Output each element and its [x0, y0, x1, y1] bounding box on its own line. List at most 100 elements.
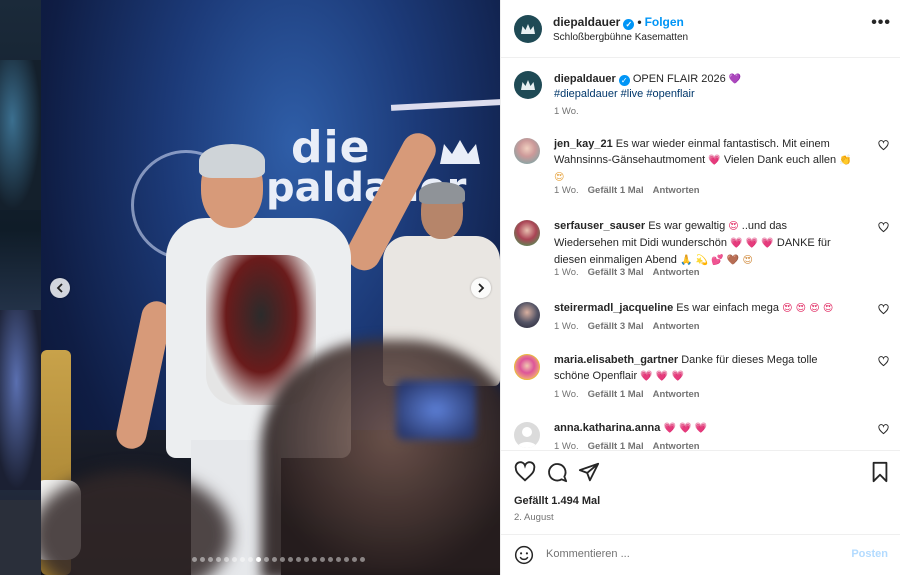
caption-hashtags[interactable]: #diepaldauer #live #openflair: [554, 88, 695, 100]
carousel-prev-button[interactable]: [50, 278, 70, 298]
microphone: [390, 99, 500, 111]
comment-likes[interactable]: Gefällt 1 Mal: [588, 389, 644, 400]
reply-button[interactable]: Antworten: [653, 267, 700, 278]
crown-icon: [521, 80, 535, 90]
carousel-dot: [216, 557, 221, 562]
comment-time[interactable]: 1 Wo.: [554, 389, 579, 400]
post-date: 2. August: [514, 512, 554, 523]
comment-icon[interactable]: [546, 461, 568, 483]
send-icon[interactable]: [578, 461, 600, 483]
comment-likes[interactable]: Gefällt 3 Mal: [588, 267, 644, 278]
carousel-dot: [352, 557, 357, 562]
comment-meta: 1 Wo. Gefällt 3 Mal Antworten: [554, 321, 709, 332]
comment-text-block: steirermadl_jacqueline Es war einfach me…: [554, 300, 854, 317]
crowd-hands: [261, 340, 500, 575]
follow-button[interactable]: Folgen: [645, 15, 684, 29]
caption-avatar[interactable]: [514, 71, 542, 99]
carousel-dot: [288, 557, 293, 562]
comment-time[interactable]: 1 Wo.: [554, 441, 579, 450]
post-comment-button[interactable]: Posten: [851, 548, 888, 560]
caption-text-block: diepaldauer ✓ OPEN FLAIR 2026 💜 #diepalda…: [554, 72, 874, 102]
comment-like-heart-icon[interactable]: [878, 424, 889, 435]
comment-emoji-end: 🙏 💫 💕 🤎 😍: [680, 255, 753, 266]
carousel-dot: [296, 557, 301, 562]
verified-badge-icon: ✓: [623, 19, 635, 30]
comment-emoji-end: 💗 💗 💗: [640, 371, 684, 382]
account-avatar[interactable]: [514, 15, 542, 43]
post-actions: Gefällt 1.494 Mal 2. August: [501, 450, 900, 534]
carousel-dot: [248, 557, 253, 562]
comment-meta: 1 Wo. Gefällt 1 Mal Antworten: [554, 441, 709, 450]
comment-username[interactable]: maria.elisabeth_gartner: [554, 354, 678, 366]
carousel-dot: [208, 557, 213, 562]
carousel-dot: [224, 557, 229, 562]
post-image[interactable]: die paldauer: [41, 0, 500, 575]
commenter-avatar[interactable]: [514, 220, 540, 246]
comment-like-heart-icon[interactable]: [878, 356, 889, 367]
carousel-dot: [280, 557, 285, 562]
heart-icon[interactable]: [514, 461, 536, 483]
comment-username[interactable]: anna.katharina.anna: [554, 422, 660, 434]
comment-likes[interactable]: Gefällt 1 Mal: [588, 441, 644, 450]
comment-time[interactable]: 1 Wo.: [554, 185, 579, 196]
caption-time[interactable]: 1 Wo.: [554, 106, 579, 117]
reply-button[interactable]: Antworten: [653, 441, 700, 450]
comment-likes[interactable]: Gefällt 1 Mal: [588, 185, 644, 196]
singer-hair: [199, 144, 265, 178]
emoji-picker-icon[interactable]: [514, 545, 534, 565]
comment-username[interactable]: jen_kay_21: [554, 138, 613, 150]
comment-input[interactable]: [546, 548, 836, 560]
default-user-icon: [517, 427, 537, 448]
carousel-dot: [264, 557, 269, 562]
peek-image-top: [0, 60, 41, 210]
crowd-phone-screen: [396, 380, 476, 440]
commenter-avatar[interactable]: [514, 302, 540, 328]
commenter-avatar[interactable]: [514, 138, 540, 164]
comment-meta: 1 Wo. Gefällt 1 Mal Antworten: [554, 185, 709, 196]
more-options-icon[interactable]: •••: [871, 14, 891, 32]
caption-username[interactable]: diepaldauer: [554, 73, 616, 85]
post-header: diepaldauer ✓ • Folgen Schloßbergbühne Kase…: [501, 0, 900, 58]
carousel-next-button[interactable]: [471, 278, 491, 298]
add-comment-bar: Posten: [501, 534, 900, 575]
chevron-right-icon: [478, 283, 485, 293]
carousel-dot: [320, 557, 325, 562]
comment-text-block: serfauser_sauser Es war gewaltig 😍 ..und…: [554, 218, 854, 269]
carousel-dot: [344, 557, 349, 562]
header-username[interactable]: diepaldauer: [553, 15, 620, 29]
comment-text-block: jen_kay_21 Es war wieder einmal fantasti…: [554, 136, 854, 186]
comment-like-heart-icon[interactable]: [878, 140, 889, 151]
reply-button[interactable]: Antworten: [653, 389, 700, 400]
carousel-dot: [240, 557, 245, 562]
comment-meta: 1 Wo. Gefällt 3 Mal Antworten: [554, 267, 709, 278]
bookmark-icon[interactable]: [869, 461, 891, 483]
carousel-dot: [328, 557, 333, 562]
reply-button[interactable]: Antworten: [653, 321, 700, 332]
location-link[interactable]: Schloßbergbühne Kasematten: [553, 32, 688, 43]
carousel-dot: [336, 557, 341, 562]
comment-meta: 1 Wo. Gefällt 1 Mal Antworten: [554, 389, 709, 400]
comment-text-block: maria.elisabeth_gartner Danke für dieses…: [554, 352, 854, 385]
carousel-dot: [232, 557, 237, 562]
likes-count[interactable]: Gefällt 1.494 Mal: [514, 495, 600, 507]
reply-button[interactable]: Antworten: [653, 185, 700, 196]
comments-list[interactable]: diepaldauer ✓ OPEN FLAIR 2026 💜 #diepalda…: [501, 58, 900, 450]
carousel-dot: [200, 557, 205, 562]
carousel-dot: [272, 557, 277, 562]
comment-emoji-2: 💗 💗 💗: [730, 238, 774, 249]
comment-username[interactable]: steirermadl_jacqueline: [554, 302, 673, 314]
peek-image-bottom: [0, 500, 41, 575]
comment-like-heart-icon[interactable]: [878, 222, 889, 233]
commenter-avatar[interactable]: [514, 354, 540, 380]
carousel-dot: [304, 557, 309, 562]
comment-likes[interactable]: Gefällt 3 Mal: [588, 321, 644, 332]
comment-time[interactable]: 1 Wo.: [554, 267, 579, 278]
comment-text-2: Vielen Dank euch allen: [723, 154, 837, 166]
comment-username[interactable]: serfauser_sauser: [554, 220, 645, 232]
comment-like-heart-icon[interactable]: [878, 304, 889, 315]
carousel-dot: [192, 557, 197, 562]
header-user-line: diepaldauer ✓ • Folgen: [553, 15, 684, 30]
commenter-avatar-placeholder[interactable]: [514, 422, 540, 448]
comment-time[interactable]: 1 Wo.: [554, 321, 579, 332]
previous-post-peek[interactable]: [0, 0, 41, 575]
